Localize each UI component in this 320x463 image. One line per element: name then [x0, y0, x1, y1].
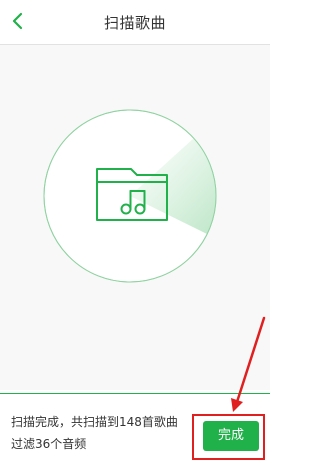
page-title: 扫描歌曲 — [103, 14, 166, 32]
scan-radar-graphic — [43, 109, 217, 283]
header-bar: 扫描歌曲 — [0, 0, 270, 45]
scan-area — [0, 45, 270, 390]
filter-result-text: 过滤36个音频 — [11, 437, 87, 451]
scan-result-text: 扫描完成，共扫描到148首歌曲 — [11, 415, 178, 429]
footer-bar: 扫描完成，共扫描到148首歌曲 过滤36个音频 完成 — [0, 393, 270, 463]
done-button[interactable]: 完成 — [203, 421, 259, 451]
